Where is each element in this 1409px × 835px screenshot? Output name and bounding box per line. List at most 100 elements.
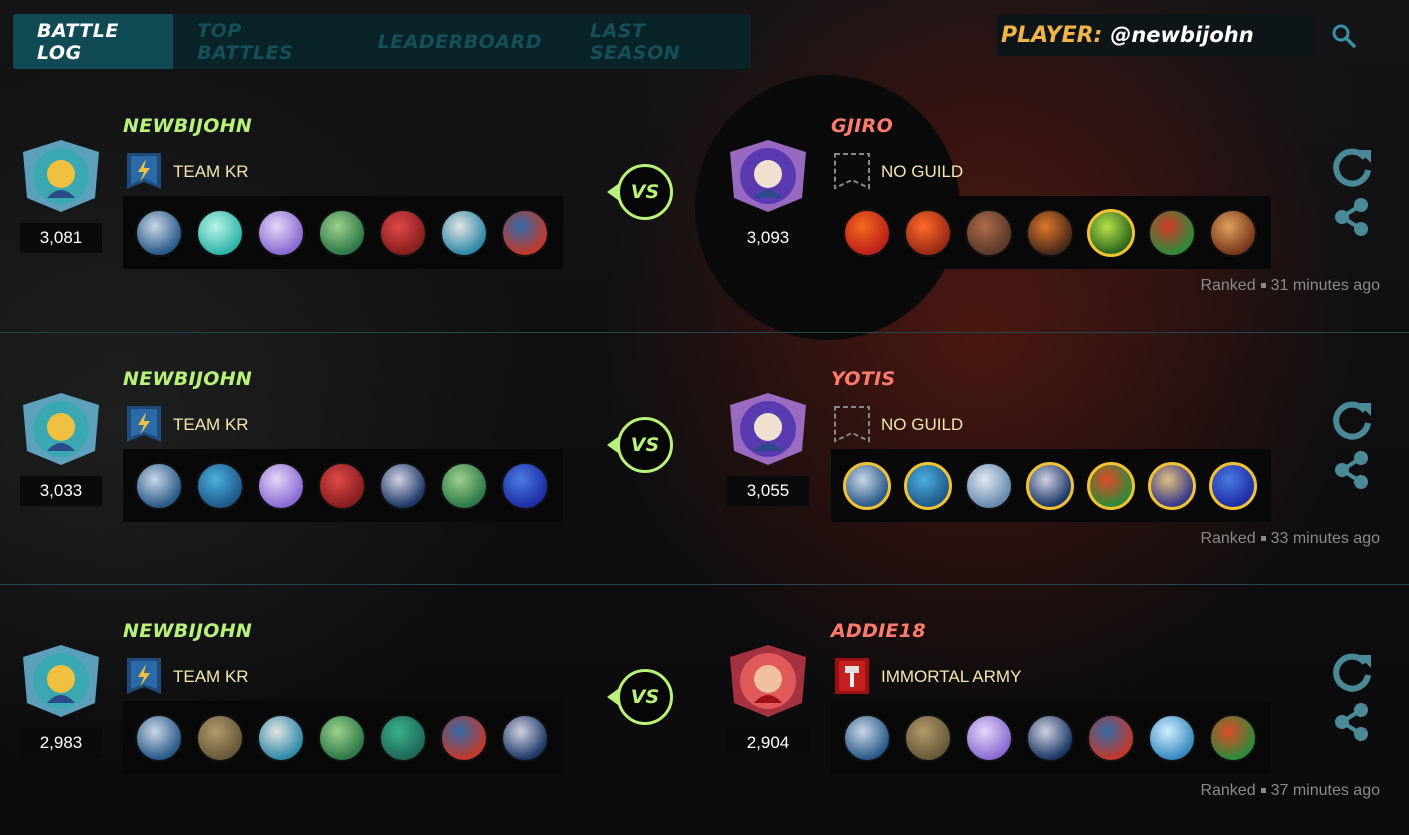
monster-card-avatar[interactable] [196, 208, 244, 257]
right-summoner-avatar[interactable] [727, 643, 809, 719]
battle-mode: Ranked [1200, 782, 1256, 799]
battle-meta: Ranked 31 minutes ago [1200, 277, 1380, 295]
monster-card-avatar[interactable] [904, 461, 952, 510]
battle-row: 3,081 NEWBIJOHN TEAM KR 3,093 GJIRO NO GUILD V… [0, 80, 1409, 332]
monster-card-avatar[interactable] [1087, 208, 1135, 257]
right-team-cards [831, 196, 1271, 269]
monster-card-avatar[interactable] [196, 713, 244, 762]
left-player-name[interactable]: NEWBIJOHN [123, 620, 252, 642]
monster-card-avatar[interactable] [965, 461, 1013, 510]
lightning-banner-icon [125, 657, 163, 695]
monster-card-avatar[interactable] [1209, 208, 1257, 257]
right-summoner-avatar[interactable] [727, 391, 809, 467]
monster-card-avatar[interactable] [196, 461, 244, 510]
empty-banner-icon [833, 405, 871, 443]
battle-mode: Ranked [1200, 530, 1256, 547]
right-player-rating: 3,093 [727, 223, 809, 253]
monster-card-avatar[interactable] [1209, 461, 1257, 510]
battle-row: 2,983 NEWBIJOHN TEAM KR 2,904 ADDIE18 IMMORTA… [0, 584, 1409, 835]
monster-card-avatar[interactable] [440, 713, 488, 762]
top-nav: BATTLE LOG TOP BATTLES LEADERBOARD LAST … [13, 14, 751, 69]
monster-card-avatar[interactable] [843, 713, 891, 762]
tab-leaderboard[interactable]: LEADERBOARD [354, 14, 566, 69]
monster-card-avatar[interactable] [1087, 461, 1135, 510]
hammer-banner-icon [833, 657, 871, 695]
monster-card-avatar[interactable] [904, 713, 952, 762]
monster-card-avatar[interactable] [318, 208, 366, 257]
share-icon[interactable] [1331, 449, 1373, 491]
tab-top-battles[interactable]: TOP BATTLES [173, 14, 353, 69]
left-team-cards [123, 701, 563, 774]
right-team-cards [831, 701, 1271, 774]
monster-card-avatar[interactable] [379, 713, 427, 762]
monster-card-avatar[interactable] [965, 713, 1013, 762]
battle-time: 33 minutes ago [1270, 530, 1380, 547]
share-icon[interactable] [1331, 196, 1373, 238]
search-icon[interactable] [1330, 22, 1358, 50]
player-search-field[interactable]: PLAYER: @newbijohn [997, 14, 1317, 56]
monster-card-avatar[interactable] [1148, 208, 1196, 257]
left-player-rating: 3,081 [20, 223, 102, 253]
tab-battle-log[interactable]: BATTLE LOG [13, 14, 174, 69]
separator-dot [1260, 536, 1266, 542]
left-team-cards [123, 449, 563, 522]
right-summoner-avatar[interactable] [727, 138, 809, 214]
tab-last-season[interactable]: LAST SEASON [566, 14, 751, 69]
left-summoner-avatar[interactable] [20, 643, 102, 719]
refresh-icon[interactable] [1331, 146, 1373, 188]
left-guild-name[interactable]: TEAM KR [173, 415, 249, 435]
monster-card-avatar[interactable] [440, 208, 488, 257]
monster-card-avatar[interactable] [440, 461, 488, 510]
right-guild-name[interactable]: NO GUILD [881, 415, 963, 435]
player-name[interactable]: @newbijohn [1110, 23, 1253, 47]
monster-card-avatar[interactable] [379, 461, 427, 510]
separator-dot [1260, 788, 1266, 794]
monster-card-avatar[interactable] [257, 713, 305, 762]
monster-card-avatar[interactable] [843, 208, 891, 257]
monster-card-avatar[interactable] [318, 713, 366, 762]
refresh-icon[interactable] [1331, 651, 1373, 693]
monster-card-avatar[interactable] [257, 208, 305, 257]
left-guild-name[interactable]: TEAM KR [173, 667, 249, 687]
monster-card-avatar[interactable] [501, 713, 549, 762]
monster-card-avatar[interactable] [904, 208, 952, 257]
vs-badge: VS [617, 164, 673, 220]
battle-time: 31 minutes ago [1270, 277, 1380, 294]
refresh-icon[interactable] [1331, 399, 1373, 441]
monster-card-avatar[interactable] [843, 461, 891, 510]
separator-dot [1260, 283, 1266, 289]
monster-card-avatar[interactable] [135, 461, 183, 510]
monster-card-avatar[interactable] [135, 713, 183, 762]
monster-card-avatar[interactable] [501, 461, 549, 510]
monster-card-avatar[interactable] [1026, 461, 1074, 510]
vs-badge: VS [617, 669, 673, 725]
monster-card-avatar[interactable] [1148, 713, 1196, 762]
right-team-cards [831, 449, 1271, 522]
monster-card-avatar[interactable] [1087, 713, 1135, 762]
monster-card-avatar[interactable] [1148, 461, 1196, 510]
monster-card-avatar[interactable] [1026, 208, 1074, 257]
monster-card-avatar[interactable] [257, 461, 305, 510]
battle-meta: Ranked 33 minutes ago [1200, 530, 1380, 548]
left-player-name[interactable]: NEWBIJOHN [123, 115, 252, 137]
right-guild-name[interactable]: NO GUILD [881, 162, 963, 182]
monster-card-avatar[interactable] [1026, 713, 1074, 762]
left-player-name[interactable]: NEWBIJOHN [123, 368, 252, 390]
monster-card-avatar[interactable] [379, 208, 427, 257]
right-player-name[interactable]: GJIRO [831, 115, 893, 137]
right-player-name[interactable]: ADDIE18 [831, 620, 926, 642]
battle-row: 3,033 NEWBIJOHN TEAM KR 3,055 YOTIS NO GUILD V… [0, 332, 1409, 584]
right-guild-name[interactable]: IMMORTAL ARMY [881, 667, 1021, 687]
monster-card-avatar[interactable] [318, 461, 366, 510]
right-player-name[interactable]: YOTIS [831, 368, 895, 390]
left-summoner-avatar[interactable] [20, 138, 102, 214]
monster-card-avatar[interactable] [1209, 713, 1257, 762]
left-guild-name[interactable]: TEAM KR [173, 162, 249, 182]
monster-card-avatar[interactable] [135, 208, 183, 257]
monster-card-avatar[interactable] [965, 208, 1013, 257]
left-summoner-avatar[interactable] [20, 391, 102, 467]
lightning-banner-icon [125, 405, 163, 443]
share-icon[interactable] [1331, 701, 1373, 743]
monster-card-avatar[interactable] [501, 208, 549, 257]
left-player-rating: 3,033 [20, 476, 102, 506]
